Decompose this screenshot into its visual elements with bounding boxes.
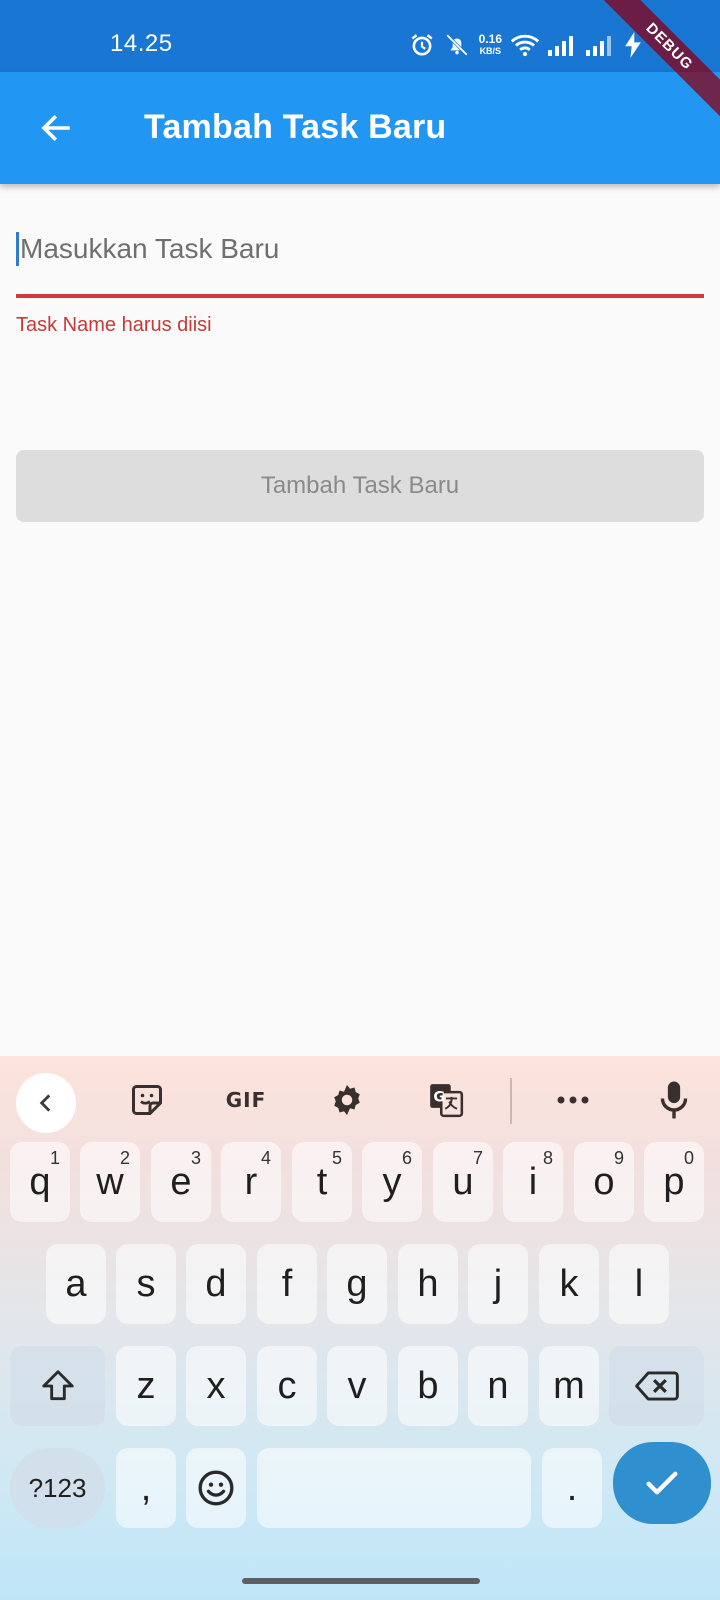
key-label: e <box>170 1160 192 1203</box>
key-label: r <box>244 1160 258 1203</box>
key-p[interactable]: p0 <box>644 1142 704 1222</box>
key-v[interactable]: v <box>327 1346 387 1426</box>
toolbar-divider <box>510 1078 512 1124</box>
key-d[interactable]: d <box>186 1244 246 1324</box>
alarm-icon <box>409 32 435 58</box>
status-bar: 14.25 0.16 KB/S <box>0 0 720 72</box>
key-label: t <box>316 1160 328 1203</box>
period-key[interactable]: . <box>542 1448 602 1528</box>
key-y[interactable]: y6 <box>362 1142 422 1222</box>
keyboard-collapse-button[interactable] <box>16 1073 76 1133</box>
key-n[interactable]: n <box>468 1346 528 1426</box>
key-label: q <box>29 1160 51 1203</box>
key-s[interactable]: s <box>116 1244 176 1324</box>
task-name-error: Task Name harus diisi <box>16 314 212 336</box>
home-indicator[interactable] <box>242 1578 480 1584</box>
net-speed-unit: KB/S <box>479 46 502 56</box>
key-o[interactable]: o9 <box>574 1142 634 1222</box>
key-hint: 6 <box>401 1148 412 1168</box>
text-cursor <box>16 232 19 266</box>
key-r[interactable]: r4 <box>221 1142 281 1222</box>
settings-icon <box>334 1085 360 1115</box>
shift-key[interactable] <box>10 1346 105 1426</box>
charging-icon <box>624 32 642 58</box>
mic-icon <box>660 1081 688 1119</box>
key-w[interactable]: w2 <box>80 1142 140 1222</box>
key-j[interactable]: j <box>468 1244 528 1324</box>
net-speed: 0.16 KB/S <box>479 33 502 57</box>
chevron-left-icon <box>39 1094 51 1112</box>
key-z[interactable]: z <box>116 1346 176 1426</box>
arrow-left-icon <box>41 114 70 142</box>
key-hint: 9 <box>613 1148 624 1168</box>
voice-input-button[interactable] <box>644 1070 704 1130</box>
key-hint: 8 <box>542 1148 553 1168</box>
key-label: p <box>663 1160 685 1203</box>
backspace-key[interactable] <box>609 1346 704 1426</box>
input-underline <box>16 294 704 298</box>
key-hint: 1 <box>49 1148 60 1168</box>
emoji-icon <box>198 1470 234 1506</box>
key-u[interactable]: u7 <box>433 1142 493 1222</box>
key-a[interactable]: a <box>46 1244 106 1324</box>
translate-button[interactable]: G <box>416 1070 476 1130</box>
sticker-button[interactable] <box>117 1070 177 1130</box>
svg-text:G: G <box>433 1090 445 1106</box>
back-button[interactable] <box>30 102 82 154</box>
key-q[interactable]: q1 <box>10 1142 70 1222</box>
key-m[interactable]: m <box>539 1346 599 1426</box>
task-name-input[interactable] <box>16 224 704 274</box>
key-hint: 5 <box>331 1148 342 1168</box>
symbols-key[interactable]: ?123 <box>10 1448 105 1528</box>
check-icon <box>646 1471 678 1495</box>
key-g[interactable]: g <box>327 1244 387 1324</box>
done-key[interactable] <box>613 1442 711 1524</box>
task-name-field: Task Name harus diisi <box>16 184 704 336</box>
net-speed-value: 0.16 <box>478 32 502 46</box>
emoji-key[interactable] <box>186 1448 246 1528</box>
keyboard-toolbar: GIF G <box>0 1056 720 1144</box>
status-time: 14.25 <box>110 30 173 57</box>
shift-icon <box>41 1370 74 1401</box>
key-i[interactable]: i8 <box>503 1142 563 1222</box>
on-screen-keyboard: GIF G q1 w2 e3 r4 t5 y6 u7 i8 o9 p0 a s … <box>0 1056 720 1600</box>
status-icons: 0.16 KB/S <box>409 28 642 62</box>
backspace-icon <box>634 1371 679 1401</box>
signal-icon <box>586 34 616 56</box>
space-key[interactable] <box>257 1448 531 1528</box>
wifi-icon <box>510 33 540 57</box>
more-button[interactable] <box>543 1070 603 1130</box>
key-label: i <box>528 1160 538 1203</box>
key-h[interactable]: h <box>398 1244 458 1324</box>
app-bar: Tambah Task Baru <box>0 72 720 184</box>
key-hint: 7 <box>472 1148 483 1168</box>
key-hint: 0 <box>683 1148 694 1168</box>
key-label: o <box>593 1160 615 1203</box>
mute-icon <box>443 32 471 58</box>
key-k[interactable]: k <box>539 1244 599 1324</box>
key-hint: 2 <box>119 1148 130 1168</box>
key-f[interactable]: f <box>257 1244 317 1324</box>
more-icon <box>557 1096 589 1104</box>
add-task-button[interactable]: Tambah Task Baru <box>16 450 704 522</box>
page-title: Tambah Task Baru <box>144 108 447 146</box>
key-label: u <box>452 1160 474 1203</box>
gif-icon: GIF <box>225 1088 267 1112</box>
keyboard-settings-button[interactable] <box>317 1070 377 1130</box>
key-hint: 3 <box>190 1148 201 1168</box>
key-e[interactable]: e3 <box>151 1142 211 1222</box>
key-label: y <box>382 1160 402 1203</box>
comma-key[interactable]: , <box>116 1448 176 1528</box>
sticker-icon <box>132 1085 162 1115</box>
gif-button[interactable]: GIF <box>216 1070 276 1130</box>
key-hint: 4 <box>260 1148 271 1168</box>
key-x[interactable]: x <box>186 1346 246 1426</box>
task-form: Task Name harus diisi Tambah Task Baru <box>16 184 704 522</box>
key-t[interactable]: t5 <box>292 1142 352 1222</box>
key-l[interactable]: l <box>609 1244 669 1324</box>
translate-icon: G <box>430 1084 464 1118</box>
signal-icon <box>548 34 578 56</box>
key-b[interactable]: b <box>398 1346 458 1426</box>
key-c[interactable]: c <box>257 1346 317 1426</box>
